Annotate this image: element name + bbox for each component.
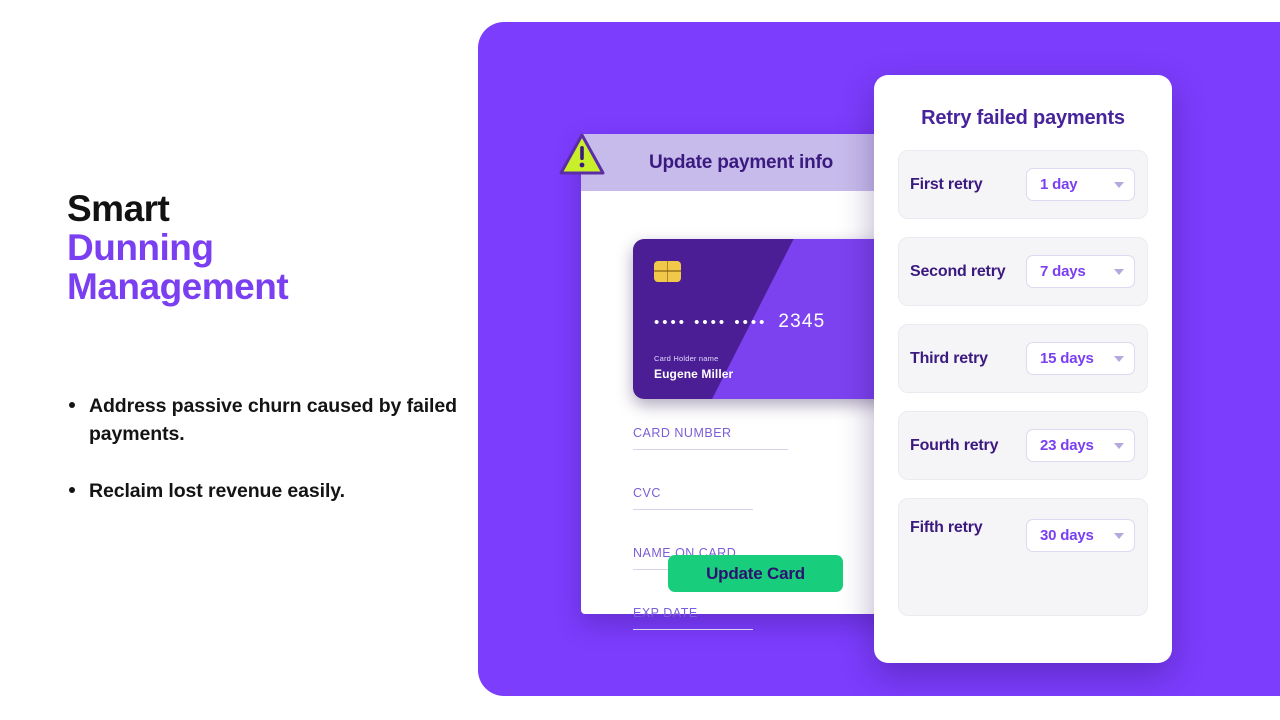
retry-delay-select-third[interactable]: 15 days — [1026, 342, 1135, 375]
payment-form: CARD NUMBER CVC NAME ON CARD EXP DATE — [633, 426, 901, 666]
chevron-down-icon — [1114, 268, 1124, 275]
retry-delay-value: 23 days — [1040, 437, 1094, 454]
retry-row-third: Third retry 15 days — [898, 324, 1148, 393]
retry-row-fifth: Fifth retry 30 days — [898, 498, 1148, 616]
chevron-down-icon — [1114, 355, 1124, 362]
retry-label: Fifth retry — [910, 519, 983, 536]
retry-label: Second retry — [910, 262, 1006, 280]
warning-triangle-icon — [559, 133, 605, 175]
field-underline — [633, 629, 753, 630]
retry-delay-select-fifth[interactable]: 30 days — [1026, 519, 1135, 552]
exp-date-label: EXP DATE — [633, 606, 698, 620]
update-card-button[interactable]: Update Card — [668, 555, 843, 592]
card-number-field[interactable]: CARD NUMBER — [633, 426, 788, 450]
headline-line-3: Management — [67, 265, 289, 307]
cvc-field[interactable]: CVC — [633, 486, 753, 510]
retry-row-first: First retry 1 day — [898, 150, 1148, 219]
exp-date-field[interactable]: EXP DATE — [633, 606, 753, 630]
update-payment-window: Update payment info VISA •••• •••• •••• … — [559, 133, 933, 630]
retry-label: Third retry — [910, 349, 988, 367]
benefit-list: Address passive churn caused by failed p… — [67, 392, 457, 533]
update-payment-header: Update payment info — [581, 134, 901, 191]
page-title: Smart Dunning Management — [67, 188, 447, 307]
retry-delay-select-second[interactable]: 7 days — [1026, 255, 1135, 288]
headline-block: Smart Dunning Management — [67, 188, 447, 307]
retry-failed-payments-panel: Retry failed payments First retry 1 day … — [874, 75, 1172, 663]
chevron-down-icon — [1114, 442, 1124, 449]
retry-delay-select-first[interactable]: 1 day — [1026, 168, 1135, 201]
card-holder-block: Card Holder name Eugene Miller — [654, 354, 733, 381]
slide-root: Smart Dunning Management Address passive… — [0, 0, 1280, 720]
retry-label: First retry — [910, 175, 983, 193]
headline-line-1: Smart — [67, 188, 170, 229]
retry-delay-value: 1 day — [1040, 176, 1078, 193]
card-holder-caption: Card Holder name — [654, 354, 719, 363]
retry-panel-title: Retry failed payments — [921, 107, 1125, 129]
chevron-down-icon — [1114, 181, 1124, 188]
retry-delay-value: 30 days — [1040, 527, 1094, 544]
retry-delay-value: 7 days — [1040, 263, 1086, 280]
card-last4: 2345 — [778, 311, 826, 332]
list-item: Address passive churn caused by failed p… — [67, 392, 457, 449]
headline-line-2: Dunning — [67, 226, 214, 268]
retry-label: Fourth retry — [910, 436, 999, 454]
retry-delay-value: 15 days — [1040, 350, 1094, 367]
field-underline — [633, 449, 788, 450]
card-number-display: •••• •••• •••• 2345 — [654, 311, 825, 333]
update-payment-title: Update payment info — [648, 151, 834, 173]
field-underline — [633, 509, 753, 510]
chevron-down-icon — [1114, 532, 1124, 539]
illustration-stage: Update payment info VISA •••• •••• •••• … — [478, 22, 1280, 696]
card-holder-name: Eugene Miller — [654, 367, 734, 381]
card-masked-digits: •••• •••• •••• — [654, 313, 768, 331]
card-number-label: CARD NUMBER — [633, 426, 732, 440]
cvc-label: CVC — [633, 486, 661, 500]
retry-delay-select-fourth[interactable]: 23 days — [1026, 429, 1135, 462]
card-chip-icon — [654, 261, 681, 282]
retry-row-fourth: Fourth retry 23 days — [898, 411, 1148, 480]
retry-row-second: Second retry 7 days — [898, 237, 1148, 306]
list-item: Reclaim lost revenue easily. — [67, 477, 457, 505]
